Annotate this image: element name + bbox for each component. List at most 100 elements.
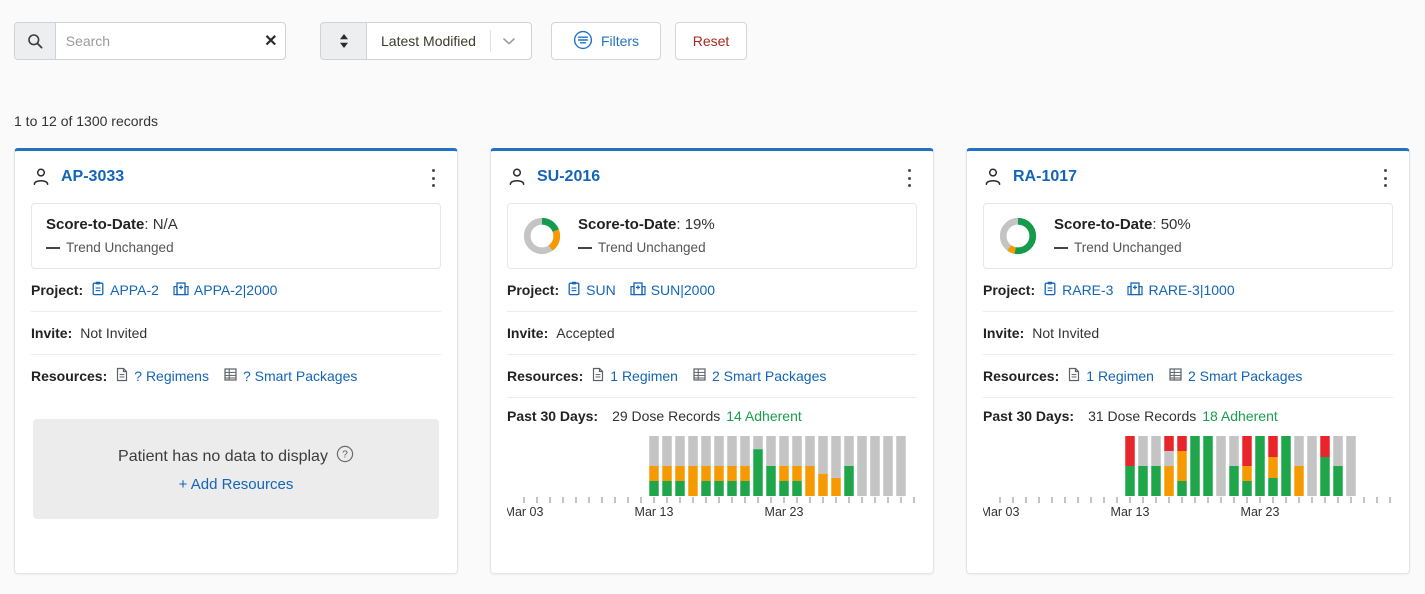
reset-button-label: Reset bbox=[692, 33, 730, 49]
patient-id-link[interactable]: SU-2016 bbox=[537, 168, 600, 186]
sort-updown-icon bbox=[339, 34, 348, 48]
regimens-link[interactable]: 1 Regimen bbox=[1067, 367, 1154, 385]
empty-state-title-row: Patient has no data to display ? bbox=[118, 445, 354, 468]
axis-tick bbox=[1207, 497, 1209, 503]
past-30-days-label: Past 30 Days: bbox=[983, 408, 1075, 424]
patient-id-link[interactable]: AP-3033 bbox=[61, 168, 124, 186]
chevron-down-icon[interactable] bbox=[491, 36, 527, 46]
adherence-bar-segment bbox=[1255, 436, 1265, 496]
adherence-bar-segment bbox=[1216, 436, 1226, 496]
axis-tick bbox=[705, 497, 707, 503]
axis-tick bbox=[1389, 497, 1391, 503]
axis-tick bbox=[1376, 497, 1378, 503]
adherence-bar-segment bbox=[857, 436, 867, 496]
adherence-bar-segment bbox=[1268, 457, 1278, 478]
axis-tick bbox=[1220, 497, 1222, 503]
score-donut-chart bbox=[999, 217, 1037, 255]
project-row: Project: SUN SUN|2000 bbox=[507, 269, 917, 312]
sort-selected-value: Latest Modified bbox=[381, 33, 476, 49]
dose-records-count: 31 Dose Records bbox=[1088, 408, 1197, 424]
sort-group: Latest Modified bbox=[320, 22, 532, 60]
smart-packages-link[interactable]: ? Smart Packages bbox=[223, 367, 357, 385]
x-axis-tick-label: Mar 23 bbox=[765, 505, 804, 519]
smart-packages-link[interactable]: 2 Smart Packages bbox=[1168, 367, 1302, 385]
axis-tick bbox=[744, 497, 746, 503]
adherence-bar-segment bbox=[1164, 436, 1174, 451]
score-text: Score-to-Date: N/A Trend Unchanged bbox=[46, 214, 178, 259]
document-icon bbox=[591, 367, 605, 385]
adherence-bar-segment bbox=[740, 436, 750, 466]
project-site-label: SUN|2000 bbox=[650, 282, 716, 298]
filters-button[interactable]: Filters bbox=[551, 22, 661, 60]
regimens-link[interactable]: ? Regimens bbox=[115, 367, 209, 385]
card-menu-button[interactable] bbox=[1375, 167, 1395, 189]
adherence-bar-segment bbox=[1229, 466, 1239, 496]
adherence-bar-segment bbox=[649, 436, 659, 466]
adherence-bar-segment bbox=[779, 436, 789, 466]
adherence-bar-segment bbox=[675, 466, 685, 481]
axis-tick bbox=[1168, 497, 1170, 503]
patient-id-link[interactable]: RA-1017 bbox=[1013, 168, 1077, 186]
adherence-bar-segment bbox=[727, 481, 737, 496]
smart-packages-link[interactable]: 2 Smart Packages bbox=[692, 367, 826, 385]
axis-tick bbox=[861, 497, 863, 503]
project-study-link[interactable]: APPA-2 bbox=[91, 281, 159, 299]
adherence-bar-segment bbox=[714, 481, 724, 496]
sort-select[interactable]: Latest Modified bbox=[366, 22, 532, 60]
adherence-bar-segment bbox=[1177, 436, 1187, 451]
question-circle-icon[interactable]: ? bbox=[336, 445, 354, 468]
project-label: Project: bbox=[507, 282, 560, 298]
adherence-bar-segment bbox=[896, 436, 906, 496]
patient-card[interactable]: SU-2016 Score-to-Date: 19% Trend Unchang… bbox=[490, 148, 934, 574]
score-value: 50% bbox=[1160, 215, 1191, 233]
patient-card[interactable]: RA-1017 Score-to-Date: 50% Trend Unchang… bbox=[966, 148, 1410, 574]
card-header: AP-3033 bbox=[15, 151, 457, 203]
adherence-bar-segment bbox=[701, 436, 711, 466]
clear-search-icon[interactable]: ✕ bbox=[257, 23, 285, 59]
card-menu-button[interactable] bbox=[423, 167, 443, 189]
search-input[interactable] bbox=[55, 23, 257, 59]
adherence-bar-segment bbox=[792, 436, 802, 466]
adherence-bar-segment bbox=[805, 436, 815, 466]
project-site-link[interactable]: RARE-3|1000 bbox=[1127, 281, 1235, 299]
filters-button-label: Filters bbox=[600, 33, 640, 49]
invite-value: Not Invited bbox=[1032, 325, 1100, 341]
sort-direction-button[interactable] bbox=[320, 22, 366, 60]
adherence-bar-segment bbox=[740, 466, 750, 481]
invite-value: Accepted bbox=[556, 325, 615, 341]
package-icon bbox=[1168, 367, 1183, 385]
add-resources-link[interactable]: + Add Resources bbox=[179, 476, 294, 493]
reset-button[interactable]: Reset bbox=[675, 22, 747, 60]
adherence-bar-segment bbox=[1138, 466, 1148, 496]
project-study-link[interactable]: SUN bbox=[567, 281, 616, 299]
axis-tick bbox=[1311, 497, 1313, 503]
axis-tick bbox=[1246, 497, 1248, 503]
person-icon bbox=[507, 167, 527, 187]
search-icon[interactable] bbox=[15, 23, 56, 59]
smart-packages-label: ? Smart Packages bbox=[242, 368, 358, 384]
regimens-link[interactable]: 1 Regimen bbox=[591, 367, 678, 385]
adherence-bar-segment bbox=[649, 481, 659, 496]
score-value: N/A bbox=[152, 215, 178, 233]
project-site-link[interactable]: SUN|2000 bbox=[630, 281, 715, 299]
adherence-bar-segment bbox=[1333, 466, 1343, 496]
project-study-link[interactable]: RARE-3 bbox=[1043, 281, 1113, 299]
resources-label: Resources: bbox=[507, 368, 584, 384]
adherence-bar-segment bbox=[714, 466, 724, 481]
card-header: RA-1017 bbox=[967, 151, 1409, 203]
resources-row: Resources: 1 Regimen 2 Smart Packages bbox=[983, 355, 1393, 398]
trend-label: Trend Unchanged bbox=[598, 240, 706, 256]
resources-row: Resources: ? Regimens ? Smart Packages bbox=[31, 355, 441, 397]
trend-row: Trend Unchanged bbox=[46, 238, 178, 258]
adherence-bar-segment bbox=[740, 481, 750, 496]
project-site-link[interactable]: APPA-2|2000 bbox=[173, 281, 277, 299]
axis-tick bbox=[1298, 497, 1300, 503]
adherence-chart: Mar 03 Mar 13 Mar 23 bbox=[983, 428, 1393, 528]
axis-tick bbox=[1012, 497, 1014, 503]
card-menu-button[interactable] bbox=[899, 167, 919, 189]
adherence-bar-segment bbox=[1151, 436, 1161, 466]
adherence-bar-segment bbox=[1151, 466, 1161, 496]
adherence-bar-segment bbox=[1268, 436, 1278, 457]
adherence-bar-segment bbox=[766, 466, 776, 496]
patient-card[interactable]: AP-3033 Score-to-Date: N/A Trend Unchang… bbox=[14, 148, 458, 574]
